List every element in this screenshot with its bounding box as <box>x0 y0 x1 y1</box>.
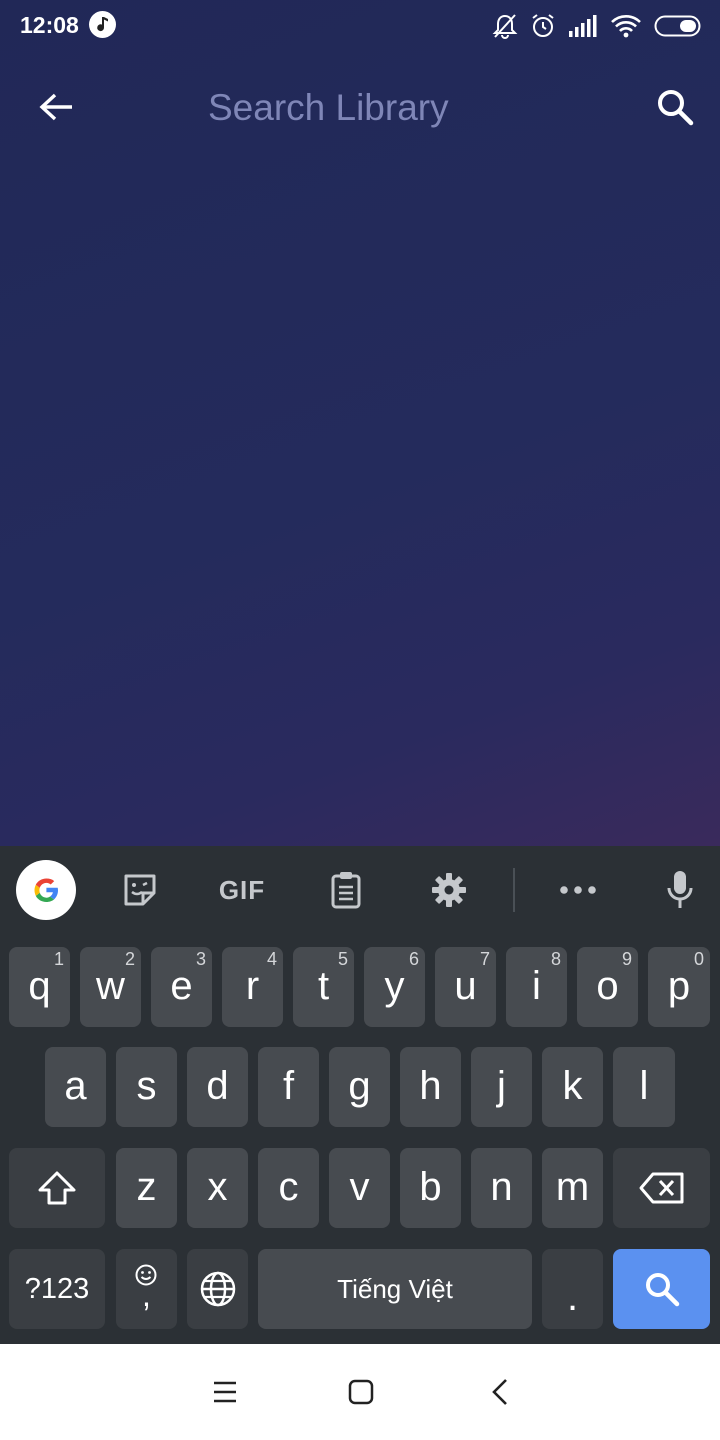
key-c[interactable]: c <box>258 1148 319 1228</box>
key-y[interactable]: y6 <box>364 947 425 1027</box>
wifi-icon <box>611 15 641 38</box>
status-bar: 12:08 <box>0 0 720 52</box>
bell-off-icon <box>492 14 518 39</box>
search-key[interactable] <box>613 1249 710 1329</box>
backspace-key[interactable] <box>613 1148 710 1228</box>
key-t[interactable]: t5 <box>293 947 354 1027</box>
music-note-icon <box>89 11 116 38</box>
gif-label: GIF <box>218 874 266 905</box>
key-p[interactable]: p0 <box>648 947 710 1027</box>
status-time: 12:08 <box>20 12 79 38</box>
globe-icon <box>200 1271 235 1307</box>
key-x[interactable]: x <box>187 1148 248 1228</box>
key-l[interactable]: l <box>613 1047 675 1127</box>
battery-icon <box>654 15 701 37</box>
status-icons <box>492 10 702 42</box>
search-icon <box>645 1273 679 1307</box>
key-d[interactable]: d <box>187 1047 248 1127</box>
navigation-bar <box>0 1344 720 1440</box>
settings-icon[interactable] <box>419 860 479 920</box>
shift-icon <box>38 1171 76 1205</box>
menu-icon[interactable] <box>205 1374 245 1410</box>
key-n[interactable]: n <box>471 1148 532 1228</box>
search-input[interactable] <box>208 84 628 132</box>
key-g[interactable]: g <box>329 1047 390 1127</box>
clipboard-icon[interactable] <box>316 860 376 920</box>
google-icon[interactable] <box>16 860 76 920</box>
microphone-icon[interactable] <box>650 860 710 920</box>
key-s[interactable]: s <box>116 1047 177 1127</box>
search-icon <box>658 90 694 126</box>
key-u[interactable]: u7 <box>435 947 496 1027</box>
key-e[interactable]: e3 <box>151 947 212 1027</box>
signal-icon <box>569 15 597 37</box>
key-z[interactable]: z <box>116 1148 177 1228</box>
key-v[interactable]: v <box>329 1148 390 1228</box>
key-b[interactable]: b <box>400 1148 461 1228</box>
toolbar-divider <box>513 868 515 912</box>
key-m[interactable]: m <box>542 1148 603 1228</box>
more-icon[interactable] <box>548 860 608 920</box>
key-h[interactable]: h <box>400 1047 461 1127</box>
space-key[interactable]: Tiếng Việt <box>258 1249 532 1329</box>
app-screen: 12:08 <box>0 0 720 846</box>
keyboard: GIF q 1 w 2 e 3 r 4 t 5 y 6 u 7 i 8 o 9 … <box>0 846 720 1344</box>
key-w[interactable]: w2 <box>80 947 141 1027</box>
backspace-icon <box>639 1172 683 1204</box>
symbols-key[interactable]: ?123 <box>9 1249 105 1329</box>
back-button[interactable] <box>32 84 80 132</box>
home-icon[interactable] <box>341 1374 381 1410</box>
back-icon[interactable] <box>480 1374 520 1410</box>
key-a[interactable]: a <box>45 1047 106 1127</box>
key-q[interactable]: q1 <box>9 947 70 1027</box>
shift-key[interactable] <box>9 1148 105 1228</box>
key-i[interactable]: i8 <box>506 947 567 1027</box>
gif-button[interactable]: GIF <box>212 860 272 920</box>
key-f[interactable]: f <box>258 1047 319 1127</box>
language-key[interactable] <box>187 1249 248 1329</box>
comma-label: , <box>142 1277 151 1313</box>
key-k[interactable]: k <box>542 1047 603 1127</box>
search-button[interactable] <box>650 82 700 132</box>
sticker-icon[interactable] <box>110 860 170 920</box>
keyboard-toolbar: GIF <box>0 846 720 934</box>
key-j[interactable]: j <box>471 1047 532 1127</box>
key-o[interactable]: o9 <box>577 947 638 1027</box>
alarm-icon <box>532 14 554 37</box>
emoji-comma-key[interactable]: , <box>116 1249 177 1329</box>
arrow-back-icon <box>39 93 72 121</box>
key-r[interactable]: r4 <box>222 947 283 1027</box>
period-key[interactable]: . <box>542 1249 603 1329</box>
